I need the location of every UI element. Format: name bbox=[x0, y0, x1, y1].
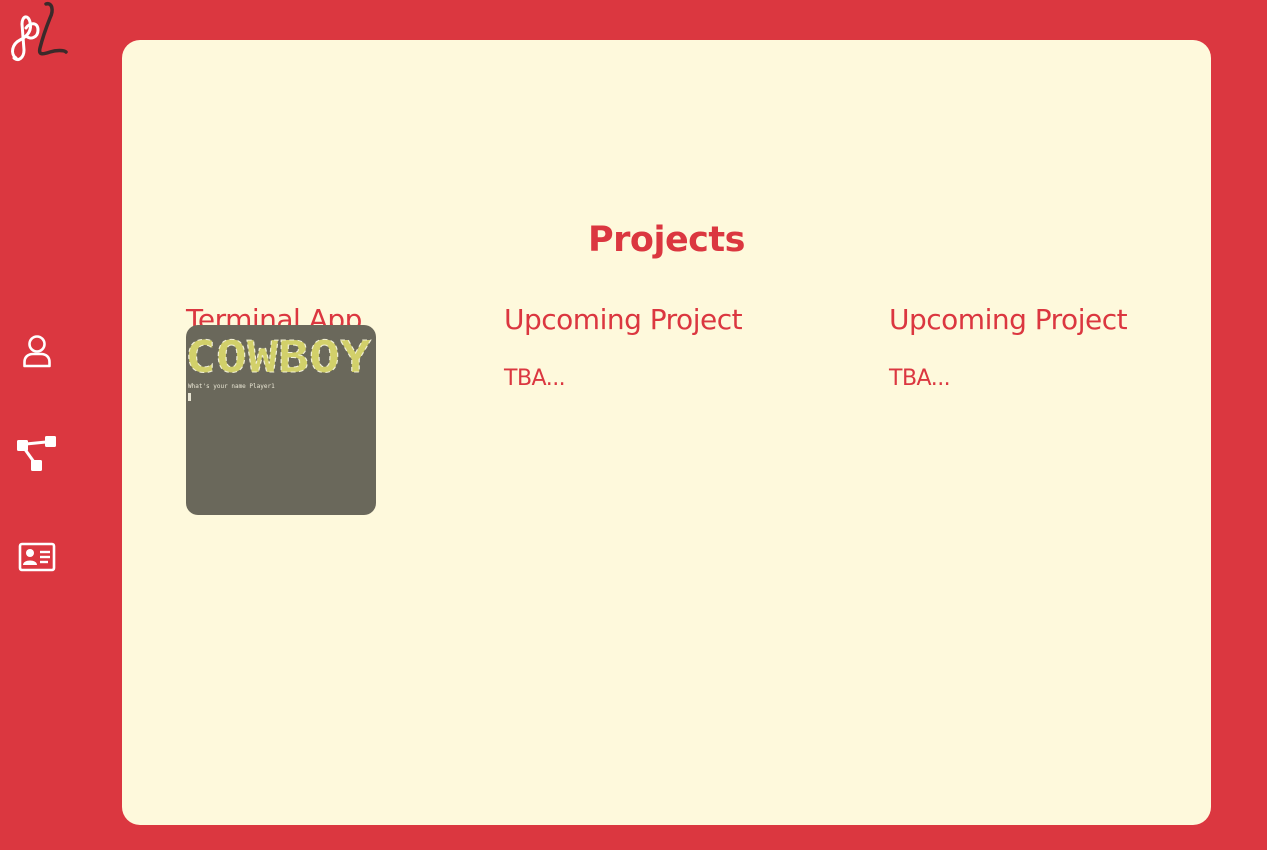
page-title: Projects bbox=[587, 220, 746, 260]
terminal-cursor bbox=[188, 393, 191, 401]
banner-text: COWBOY bbox=[186, 332, 372, 381]
nav-about-button[interactable] bbox=[16, 333, 58, 373]
banner-art: COWBOY bbox=[186, 332, 372, 382]
site-logo[interactable] bbox=[6, 0, 70, 66]
project-title[interactable]: Upcoming Project bbox=[504, 303, 743, 336]
project-description: TBA... bbox=[889, 366, 951, 391]
project-thumbnail[interactable]: COWBOY What's your name Player1 bbox=[186, 325, 376, 515]
project-description: TBA... bbox=[504, 366, 566, 391]
content-panel: Projects Terminal App COWBOY What's your… bbox=[122, 40, 1211, 825]
nav-contact-button[interactable] bbox=[16, 539, 58, 579]
contact-card-icon bbox=[18, 541, 56, 577]
user-icon bbox=[22, 334, 52, 372]
terminal-prompt: What's your name Player1 bbox=[188, 383, 275, 390]
nav-projects-button[interactable] bbox=[16, 436, 58, 476]
sitemap-icon bbox=[16, 436, 58, 476]
project-title[interactable]: Upcoming Project bbox=[889, 303, 1128, 336]
